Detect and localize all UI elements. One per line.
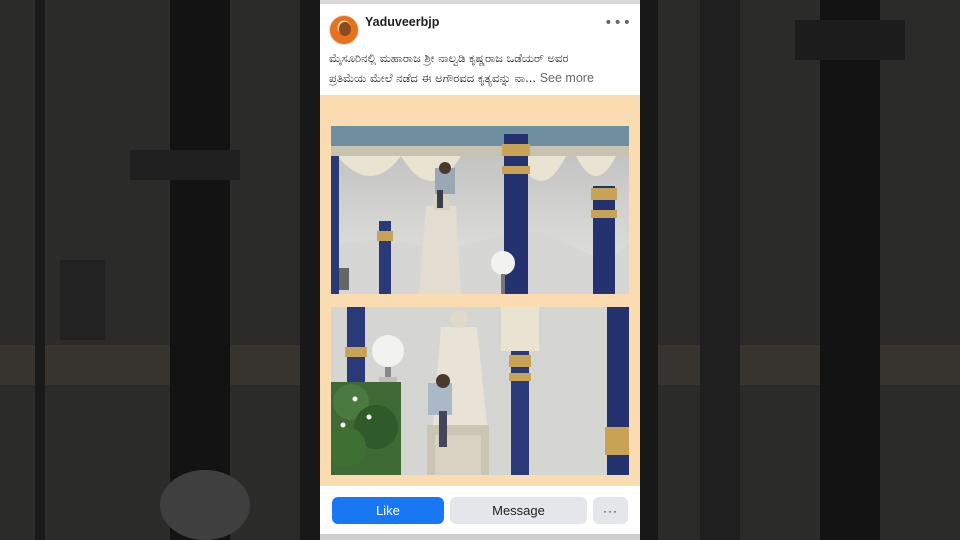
see-more-link[interactable]: See more — [540, 71, 594, 85]
caption-line-1: ಮೈಸೂರಿನಲ್ಲಿ ಮಹಾರಾಜ ಶ್ರೀ ನಾಲ್ವಡಿ ಕೃಷ್ಣರಾಜ… — [329, 51, 569, 65]
post-header: Yaduveerbjp ••• — [320, 6, 640, 45]
username[interactable]: Yaduveerbjp — [365, 15, 439, 29]
more-actions-button[interactable]: ··· — [593, 497, 628, 524]
like-button[interactable]: Like — [332, 497, 444, 524]
profile-avatar[interactable] — [329, 15, 359, 45]
statue-photo-top — [331, 126, 629, 294]
post-actions: Like Message ··· — [320, 485, 640, 540]
caption-line-2: ಪ್ರತಿಮೆಯ ಮೇಲೆ ನಡೆದ ಈ ಅಗೌರವದ ಕೃತ್ಯವನ್ನು ನ… — [329, 71, 537, 85]
card-bottom-edge — [320, 534, 640, 540]
card-top-edge — [320, 0, 640, 4]
post-card: Yaduveerbjp ••• ಮೈಸೂರಿನಲ್ಲಿ ಮಹಾರಾಜ ಶ್ರೀ … — [320, 0, 640, 540]
post-caption: ಮೈಸೂರಿನಲ್ಲಿ ಮಹಾರಾಜ ಶ್ರೀ ನಾಲ್ವಡಿ ಕೃಷ್ಣರಾಜ… — [329, 48, 634, 88]
more-options-icon[interactable]: ••• — [604, 15, 632, 31]
post-media[interactable] — [320, 95, 640, 485]
message-button[interactable]: Message — [450, 497, 587, 524]
statue-photo-bottom — [331, 307, 629, 475]
